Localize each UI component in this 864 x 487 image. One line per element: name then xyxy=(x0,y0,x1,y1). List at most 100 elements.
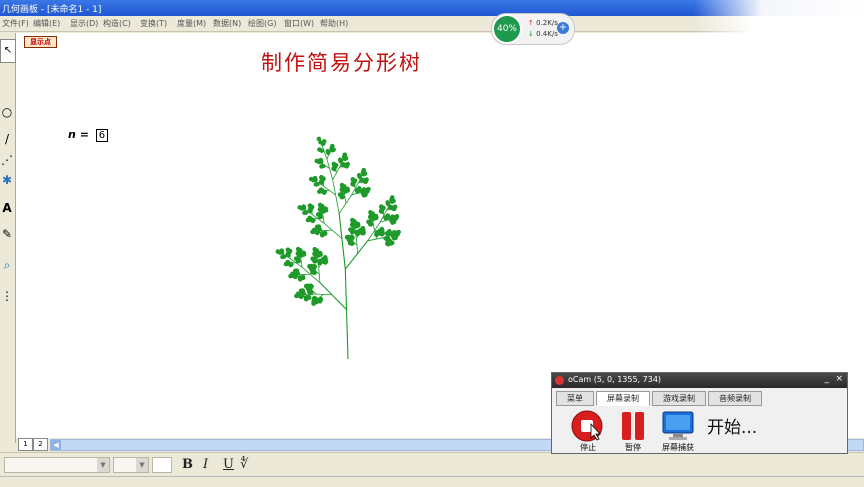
page-tab-2[interactable]: 2 xyxy=(33,438,48,451)
tree-leaf xyxy=(322,139,326,143)
tree-leaf xyxy=(308,203,312,207)
menu-data[interactable]: 数据(N) xyxy=(213,18,241,29)
underline-button[interactable]: U xyxy=(223,457,234,472)
info-tool[interactable]: ⌕ xyxy=(0,258,14,272)
stop-icon xyxy=(571,410,605,442)
tree-leaf xyxy=(319,175,323,179)
tree-leaf xyxy=(357,173,361,177)
font-size-select[interactable]: ▼ xyxy=(113,457,149,473)
menu-display[interactable]: 显示(D) xyxy=(70,18,98,29)
tree-leaf xyxy=(379,204,383,208)
network-monitor-widget[interactable]: 40% ↑ 0.2K/s ↓ 0.4K/s + xyxy=(491,13,575,45)
toolbox: ↖ ○ / ⋰ ✱ A ✎ ⌕ ⋮ xyxy=(0,33,16,443)
ocam-window: oCam (5, 0, 1355, 734) _ × 菜单 屏幕录制 游戏录制 … xyxy=(551,372,848,454)
stop-label: 停止 xyxy=(568,442,608,453)
tree-leaf xyxy=(364,177,368,181)
tree-leaf xyxy=(319,164,323,168)
menu-construct[interactable]: 构造(C) xyxy=(103,18,131,29)
tree-branch xyxy=(319,268,320,283)
more-tools-icon[interactable]: ⋮ xyxy=(0,289,14,303)
tree-leaf xyxy=(366,187,370,191)
chevron-down-icon: ▼ xyxy=(136,458,148,472)
tree-leaf xyxy=(362,168,366,172)
menu-edit[interactable]: 编辑(E) xyxy=(33,18,60,29)
tree-leaf xyxy=(294,294,298,298)
tree-leaf xyxy=(350,218,354,222)
tree-leaf xyxy=(298,205,302,209)
tree-leaf xyxy=(395,214,399,218)
tree-leaf xyxy=(317,147,321,151)
italic-button[interactable]: I xyxy=(203,457,208,472)
tree-branch xyxy=(356,238,357,253)
scroll-left-icon[interactable]: ◀ xyxy=(51,440,61,450)
custom-tool-icon[interactable]: ✱ xyxy=(0,173,14,187)
minimize-icon[interactable]: _ xyxy=(825,374,830,384)
tree-leaf xyxy=(343,153,347,157)
tree-leaf xyxy=(320,233,324,237)
tree-leaf xyxy=(298,277,302,281)
text-tool[interactable]: A xyxy=(0,201,14,215)
boost-icon[interactable]: + xyxy=(557,22,569,34)
tree-branch xyxy=(345,194,346,203)
tree-leaf xyxy=(296,247,300,251)
menu-measure[interactable]: 度量(M) xyxy=(177,18,206,29)
tree-leaf xyxy=(387,229,391,233)
tree-leaf xyxy=(340,183,344,187)
tree-leaf xyxy=(368,210,372,214)
tree-leaf xyxy=(385,200,389,204)
tree-leaf xyxy=(348,227,352,231)
math-format-icon[interactable]: ∜ xyxy=(240,457,248,472)
window-title-bar: 几何画板 - [未命名1 - 1] xyxy=(0,0,864,16)
pause-button[interactable]: 暂停 xyxy=(613,410,653,452)
page-tab-1[interactable]: 1 xyxy=(18,438,33,451)
tree-leaf xyxy=(338,192,342,196)
ocam-title: oCam (5, 0, 1355, 734) xyxy=(568,375,661,384)
tree-leaf xyxy=(304,297,308,301)
tab-screen-record[interactable]: 屏幕录制 xyxy=(596,391,650,406)
pause-label: 暂停 xyxy=(613,442,653,453)
monitor-icon xyxy=(661,410,695,442)
menu-graph[interactable]: 绘图(G) xyxy=(248,18,276,29)
marker-tool[interactable]: ✎ xyxy=(0,227,14,241)
screen-capture-label: 屏幕捕获 xyxy=(658,442,698,453)
tree-leaf xyxy=(313,247,317,251)
polygon-tool[interactable]: ⋰ xyxy=(0,153,14,167)
tree-leaf xyxy=(326,149,330,153)
stop-button[interactable]: 停止 xyxy=(568,410,608,452)
menu-transform[interactable]: 变换(T) xyxy=(140,18,167,29)
tree-leaf xyxy=(338,158,342,162)
tree-leaf xyxy=(302,211,306,215)
color-swatch[interactable] xyxy=(152,457,172,473)
tree-leaf xyxy=(323,255,327,259)
tab-audio-record[interactable]: 音频录制 xyxy=(708,391,762,406)
tree-leaf xyxy=(286,248,290,252)
menu-window[interactable]: 窗口(W) xyxy=(284,18,314,29)
tree-leaf xyxy=(304,284,308,288)
tree-leaf xyxy=(280,255,284,259)
tree-leaf xyxy=(361,226,365,230)
tab-menu[interactable]: 菜单 xyxy=(556,391,594,406)
tree-leaf xyxy=(309,177,313,181)
menu-help[interactable]: 帮助(H) xyxy=(320,18,348,29)
tree-leaf xyxy=(288,274,292,278)
screen-capture-button[interactable]: 屏幕捕获 xyxy=(658,410,698,452)
download-speed: 0.4K/s xyxy=(536,30,558,38)
tree-leaf xyxy=(316,212,320,216)
line-tool[interactable]: / xyxy=(0,132,14,146)
selection-arrow-tool[interactable]: ↖ xyxy=(0,39,16,63)
tree-branch xyxy=(339,214,345,269)
font-family-select[interactable]: ▼ xyxy=(4,457,110,473)
tree-leaf xyxy=(380,227,384,231)
pause-icon xyxy=(616,410,650,442)
upload-speed: 0.2K/s xyxy=(536,19,558,27)
tab-game-record[interactable]: 游戏录制 xyxy=(652,391,706,406)
menu-file[interactable]: 文件(F) xyxy=(2,18,29,29)
text-format-bar: ▼ ▼ B I U ∜ xyxy=(0,452,864,477)
tree-branch xyxy=(373,221,374,230)
tree-branch xyxy=(345,269,348,359)
tree-leaf xyxy=(315,159,319,163)
point-tool[interactable]: ○ xyxy=(0,105,14,119)
close-icon[interactable]: × xyxy=(835,374,843,384)
bold-button[interactable]: B xyxy=(182,457,193,472)
tree-leaf xyxy=(318,203,322,207)
